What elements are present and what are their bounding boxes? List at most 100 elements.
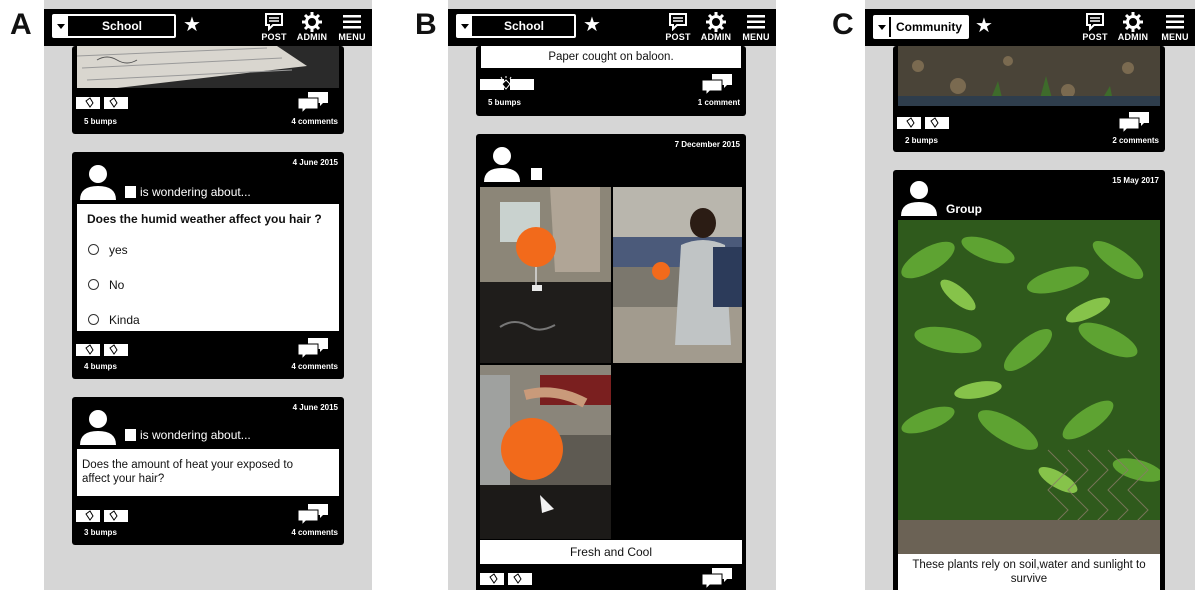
poll-box: Does the humid weather affect you hair ?… — [77, 204, 339, 331]
avatar-icon — [80, 410, 116, 445]
post-card: 4 June 2015 is wondering about... Does t… — [72, 152, 344, 379]
post-photo[interactable] — [480, 365, 611, 539]
post-photo[interactable] — [613, 187, 742, 363]
comment-icon[interactable] — [700, 566, 734, 590]
post-date: 4 June 2015 — [292, 158, 338, 167]
post-card: 7 December 2015 Fresh and Cool — [476, 134, 746, 590]
post-icon — [256, 12, 292, 32]
bump-icon[interactable] — [76, 509, 130, 523]
post-button[interactable]: POST — [660, 12, 696, 44]
wondering-label: is wondering about... — [140, 185, 251, 199]
chevron-down-icon — [875, 17, 889, 37]
bump-icon[interactable] — [76, 96, 130, 110]
post-card: Paper cought on baloon. 5 bumps 1 commen… — [476, 46, 746, 116]
bumps-count: 5 bumps — [84, 117, 117, 126]
top-bar: School ★ POST ADMIN MENU — [44, 9, 372, 46]
bump-icon[interactable] — [76, 343, 130, 357]
post-caption: Fresh and Cool — [569, 545, 653, 559]
comments-count: 1 comment — [697, 98, 740, 107]
wondering-text: is wondering about... — [125, 185, 251, 199]
menu-icon — [1157, 12, 1193, 32]
post-label: POST — [261, 32, 287, 42]
post-caption: These plants rely on soil,water and sunl… — [912, 559, 1146, 585]
post-icon — [660, 12, 696, 32]
radio-icon[interactable] — [88, 279, 99, 290]
post-button[interactable]: POST — [256, 12, 292, 44]
post-photo-empty — [613, 365, 742, 539]
group-dropdown[interactable]: School — [456, 14, 576, 38]
comment-icon[interactable] — [700, 72, 734, 96]
avatar-icon — [80, 165, 116, 200]
chevron-down-icon — [458, 16, 472, 36]
bump-icon[interactable] — [897, 116, 951, 130]
gear-icon — [294, 12, 330, 32]
post-button[interactable]: POST — [1077, 12, 1113, 44]
post-card: 4 June 2015 is wondering about... Does t… — [72, 397, 344, 545]
menu-label: MENU — [338, 32, 366, 42]
poll-option-label: yes — [109, 242, 128, 257]
poll-option[interactable]: yes — [77, 232, 339, 267]
menu-button[interactable]: MENU — [738, 12, 774, 44]
post-photo[interactable] — [898, 46, 1160, 106]
group-dropdown-label: School — [101, 19, 142, 33]
bump-icon[interactable] — [480, 572, 534, 586]
post-card: 15 May 2017 Group These plants rely on s… — [893, 170, 1165, 590]
menu-button[interactable]: MENU — [334, 12, 370, 44]
group-dropdown-label: Community — [891, 17, 967, 37]
star-icon[interactable]: ★ — [583, 13, 601, 37]
star-icon[interactable]: ★ — [975, 14, 993, 38]
poll-option[interactable]: Kinda — [77, 302, 339, 337]
user-name-placeholder — [125, 429, 136, 441]
phone-screen-c: Community ★ POST ADMIN MENU 2 bumps 2 co… — [865, 0, 1195, 590]
menu-button[interactable]: MENU — [1157, 12, 1193, 44]
comment-icon[interactable] — [1117, 110, 1151, 134]
post-photo[interactable] — [77, 46, 339, 88]
wondering-label: is wondering about... — [140, 428, 251, 442]
wondering-text: is wondering about... — [125, 428, 251, 442]
avatar-icon — [484, 147, 520, 182]
comment-icon[interactable] — [296, 502, 330, 526]
post-photo[interactable] — [480, 187, 611, 363]
comment-icon[interactable] — [296, 336, 330, 360]
post-caption: Paper cought on baloon. — [548, 51, 674, 63]
star-icon[interactable]: ★ — [183, 13, 201, 37]
phone-screen-a: School ★ POST ADMIN MENU 5 bumps 4 comme… — [44, 0, 372, 590]
group-dropdown[interactable]: Community — [873, 15, 969, 39]
radio-icon[interactable] — [88, 244, 99, 255]
bump-icon[interactable] — [480, 76, 536, 92]
menu-label: MENU — [742, 32, 770, 42]
gear-icon — [698, 12, 734, 32]
post-text: Does the amount of heat your exposed to … — [82, 459, 293, 485]
bumps-count: 5 bumps — [488, 98, 521, 107]
comments-count: 2 comments — [1112, 136, 1159, 145]
post-date: 4 June 2015 — [292, 403, 338, 412]
menu-label: MENU — [1161, 32, 1189, 42]
admin-button[interactable]: ADMIN — [294, 12, 330, 44]
post-date: 15 May 2017 — [1112, 176, 1159, 185]
admin-label: ADMIN — [1117, 32, 1149, 42]
menu-icon — [334, 12, 370, 32]
poll-question: Does the humid weather affect you hair ? — [87, 212, 322, 226]
group-dropdown[interactable]: School — [52, 14, 176, 38]
post-date: 7 December 2015 — [674, 140, 740, 149]
post-icon — [1077, 12, 1113, 32]
post-caption-box: Paper cought on baloon. — [481, 46, 741, 68]
admin-button[interactable]: ADMIN — [1115, 12, 1151, 44]
figure-label-c: C — [832, 8, 854, 41]
bumps-count: 4 bumps — [84, 362, 117, 371]
comments-count: 4 comments — [291, 117, 338, 126]
post-label: POST — [1082, 32, 1108, 42]
admin-button[interactable]: ADMIN — [698, 12, 734, 44]
group-dropdown-label: School — [503, 19, 544, 33]
post-text-box: Does the amount of heat your exposed to … — [77, 449, 339, 496]
post-card: 5 bumps 4 comments — [72, 46, 344, 134]
comment-icon[interactable] — [296, 90, 330, 114]
post-photo[interactable] — [898, 220, 1160, 554]
post-card: 2 bumps 2 comments — [893, 46, 1165, 152]
radio-icon[interactable] — [88, 314, 99, 325]
figure-label-b: B — [415, 8, 437, 41]
top-bar: Community ★ POST ADMIN MENU — [865, 9, 1195, 46]
poll-option[interactable]: No — [77, 267, 339, 302]
top-bar: School ★ POST ADMIN MENU — [448, 9, 776, 46]
phone-screen-b: School ★ POST ADMIN MENU Paper cought on… — [448, 0, 776, 590]
